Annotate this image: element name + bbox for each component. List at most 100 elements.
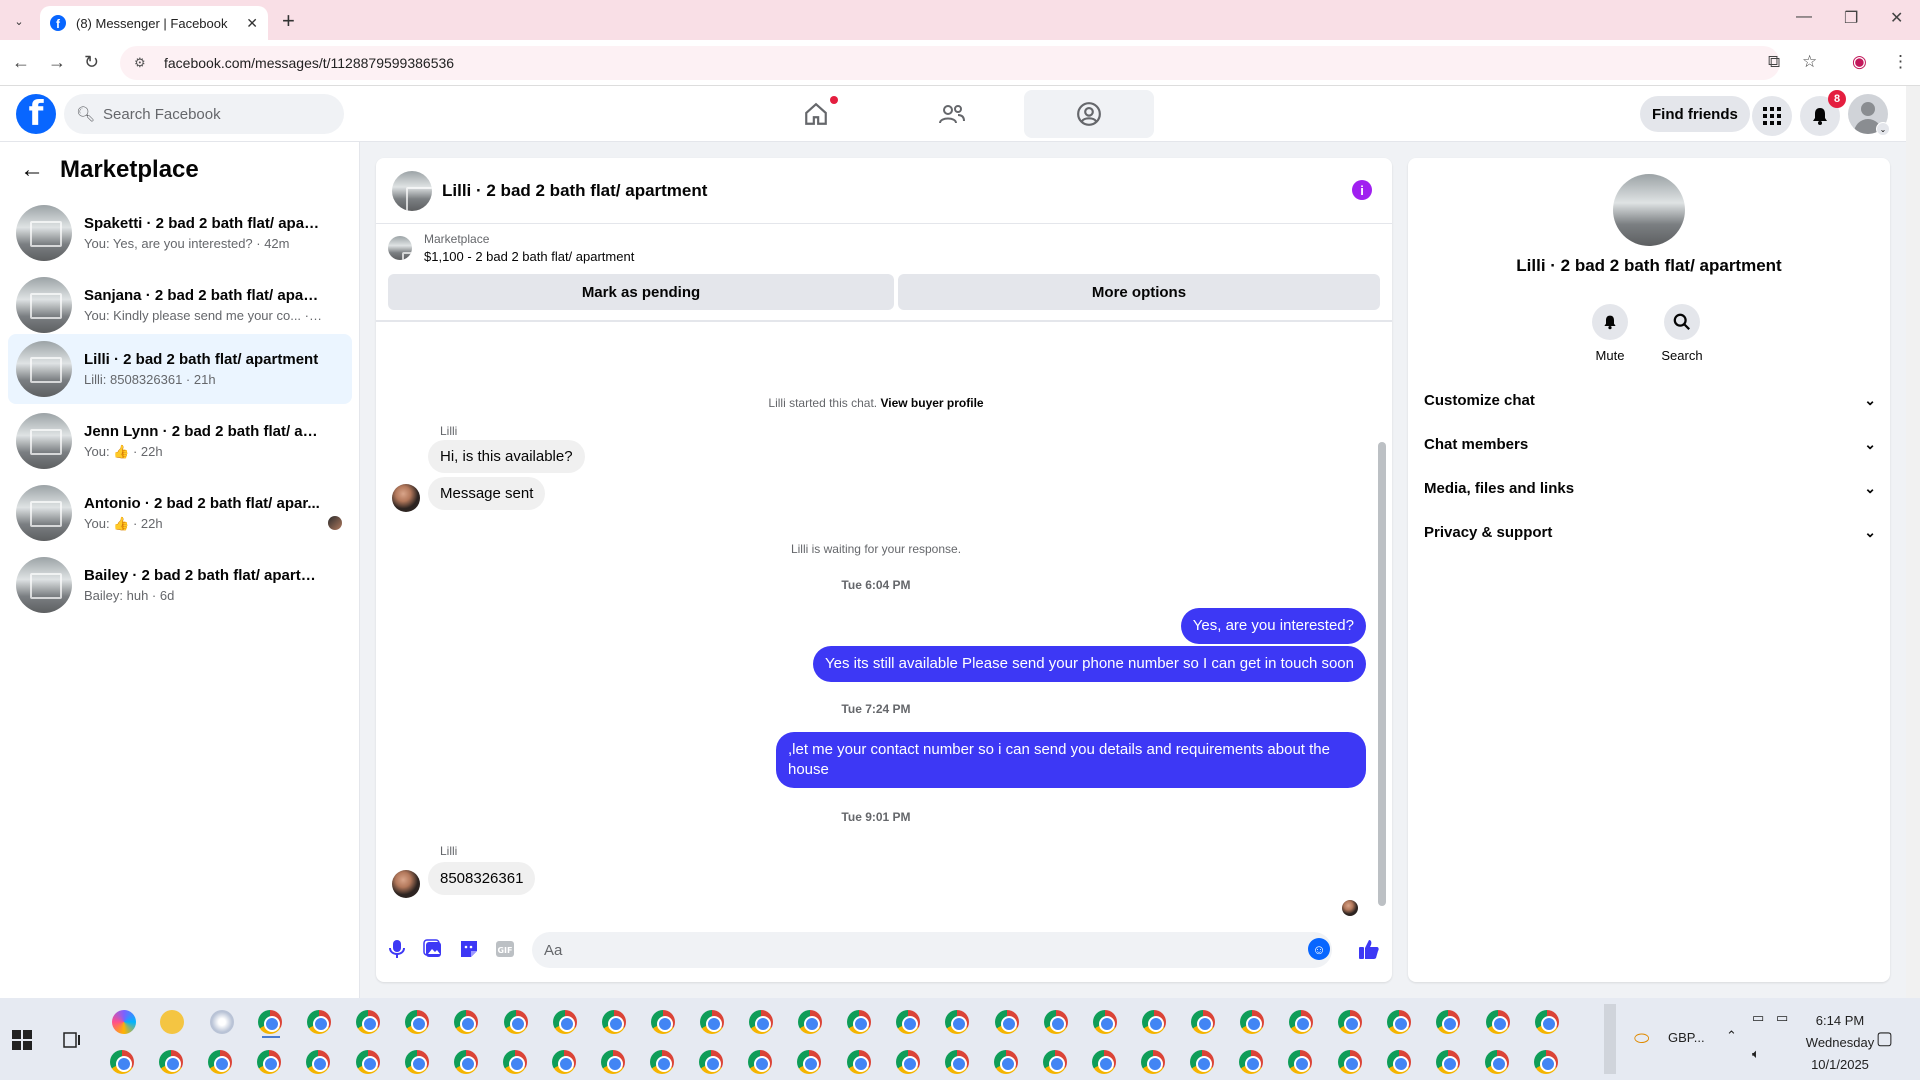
file-explorer-icon[interactable] [160, 1010, 184, 1034]
network-icon[interactable]: ▭ [1776, 1010, 1788, 1026]
currency-widget-icon[interactable]: ⬭ [1634, 1028, 1649, 1049]
chrome-window-icon[interactable] [1042, 1050, 1067, 1074]
conversation-item[interactable]: Antonio · 2 bad 2 bath flat/ apar... You… [8, 478, 352, 548]
media-files-links-row[interactable]: Media, files and links ⌄ [1424, 468, 1876, 508]
chrome-window-icon[interactable] [1190, 1010, 1215, 1034]
chrome-window-icon[interactable] [1092, 1050, 1116, 1074]
paint-icon[interactable] [210, 1010, 234, 1034]
chrome-window-icon[interactable] [1240, 1010, 1264, 1034]
chrome-window-icon[interactable] [1436, 1010, 1461, 1034]
search-action[interactable]: Search [1652, 304, 1712, 363]
chrome-window-icon[interactable] [404, 1050, 429, 1074]
chrome-window-icon[interactable] [601, 1050, 625, 1074]
chrome-window-icon[interactable] [355, 1050, 380, 1074]
chrome-window-icon[interactable] [1289, 1010, 1314, 1034]
chrome-window-icon[interactable] [1141, 1050, 1166, 1074]
incoming-message[interactable]: Message sent [428, 477, 546, 510]
menu-grid-icon[interactable] [1752, 96, 1792, 136]
new-tab-icon[interactable]: + [282, 8, 295, 34]
outgoing-message[interactable]: Yes, are you interested? [1180, 608, 1366, 644]
photo-icon[interactable] [422, 938, 444, 960]
forward-icon[interactable]: → [48, 52, 66, 73]
search-icon[interactable] [1664, 304, 1700, 340]
minimize-icon[interactable]: — [1796, 8, 1812, 26]
chrome-window-icon[interactable] [993, 1050, 1018, 1074]
info-icon[interactable]: i [1352, 180, 1372, 200]
chrome-window-icon[interactable] [1484, 1050, 1509, 1074]
microphone-icon[interactable] [386, 938, 408, 960]
chrome-window-icon[interactable] [798, 1010, 823, 1034]
restore-icon[interactable]: ❐ [1844, 8, 1858, 28]
incoming-message[interactable]: Hi, is this available? [428, 440, 585, 473]
chrome-window-icon[interactable] [699, 1010, 724, 1034]
chrome-window-icon[interactable] [110, 1050, 134, 1074]
chrome-window-icon[interactable] [1485, 1010, 1510, 1034]
tab-search-dropdown-icon[interactable]: ⌄ [8, 10, 30, 32]
profile-icon[interactable]: ◉ [1852, 52, 1867, 72]
chrome-window-icon[interactable] [994, 1010, 1019, 1034]
browser-tab[interactable]: f (8) Messenger | Facebook ✕ [40, 6, 268, 40]
account-caret-icon[interactable]: ⌄ [1876, 122, 1890, 136]
mark-as-pending-button[interactable]: Mark as pending [388, 274, 894, 310]
url-field[interactable]: ⚙ facebook.com/messages/t/11288795993865… [120, 46, 1780, 80]
view-buyer-profile-link[interactable]: View buyer profile [880, 396, 983, 410]
chrome-window-icon[interactable] [699, 1050, 724, 1074]
chrome-window-icon[interactable] [1288, 1050, 1313, 1074]
chrome-window-icon[interactable] [454, 1010, 479, 1034]
chrome-window-icon[interactable] [453, 1050, 478, 1074]
customize-chat-row[interactable]: Customize chat ⌄ [1424, 380, 1876, 420]
chrome-window-icon[interactable] [945, 1010, 970, 1034]
find-friends-button[interactable]: Find friends [1640, 96, 1750, 132]
show-hidden-icons-chevron-icon[interactable]: ⌃ [1726, 1028, 1737, 1044]
chrome-window-icon[interactable] [551, 1050, 576, 1074]
chrome-window-icon[interactable] [1092, 1010, 1117, 1034]
chrome-window-icon[interactable] [502, 1050, 527, 1074]
conversation-item[interactable]: Bailey · 2 bad 2 bath flat/ apartment Ba… [8, 550, 352, 620]
chrome-window-icon[interactable] [749, 1010, 773, 1034]
chrome-window-icon[interactable] [306, 1050, 331, 1074]
sticker-icon[interactable] [458, 938, 480, 960]
sender-avatar[interactable] [392, 870, 420, 898]
chrome-window-icon[interactable] [1043, 1010, 1068, 1034]
chrome-window-icon[interactable] [847, 1010, 872, 1034]
back-arrow-icon[interactable]: ← [20, 156, 44, 184]
message-input[interactable] [532, 932, 1332, 968]
chrome-window-icon[interactable] [1338, 1010, 1363, 1034]
volume-icon[interactable]: 🔈︎ [1752, 1046, 1760, 1062]
copilot-icon[interactable] [112, 1010, 136, 1034]
clock[interactable]: 6:14 PM Wednesday 10/1/2025 [1800, 1010, 1880, 1076]
chat-members-row[interactable]: Chat members ⌄ [1424, 424, 1876, 464]
sender-avatar[interactable] [392, 484, 420, 512]
browser-menu-icon[interactable]: ⋮ [1892, 52, 1909, 72]
chrome-window-icon[interactable] [896, 1010, 921, 1034]
windows-start-icon[interactable] [12, 1030, 32, 1050]
chrome-window-icon[interactable] [650, 1010, 675, 1034]
taskbar-scrollbar[interactable] [1604, 1004, 1616, 1074]
chrome-window-icon[interactable] [1534, 1010, 1559, 1034]
thumbs-up-icon[interactable] [1358, 938, 1380, 960]
chrome-window-icon[interactable] [257, 1050, 282, 1074]
chrome-window-icon[interactable] [1387, 1010, 1412, 1034]
chrome-window-icon[interactable] [356, 1010, 381, 1034]
marketplace-tab[interactable] [1024, 90, 1154, 138]
chrome-window-icon[interactable] [405, 1010, 430, 1034]
conversation-item[interactable]: Spaketti · 2 bad 2 bath flat/ apart... Y… [8, 198, 352, 268]
chrome-window-icon[interactable] [601, 1010, 626, 1034]
chrome-window-icon[interactable] [797, 1050, 822, 1074]
site-info-icon[interactable]: ⚙ [134, 55, 150, 71]
chrome-window-icon[interactable] [307, 1010, 332, 1034]
gif-icon[interactable]: GIF [494, 938, 516, 960]
chrome-window-icon[interactable] [1190, 1050, 1215, 1074]
install-app-icon[interactable]: ⧉ [1768, 52, 1780, 72]
conversation-item[interactable]: Sanjana · 2 bad 2 bath flat/ apart... Yo… [8, 270, 352, 340]
chrome-window-icon[interactable] [1533, 1050, 1558, 1074]
chrome-window-icon[interactable] [944, 1050, 969, 1074]
facebook-logo-icon[interactable]: f [16, 94, 56, 134]
chrome-window-icon[interactable] [159, 1050, 184, 1074]
chrome-window-icon[interactable] [846, 1050, 871, 1074]
friends-tab[interactable] [888, 90, 1016, 138]
chrome-window-icon[interactable] [748, 1050, 773, 1074]
outgoing-message[interactable]: ,let me your contact number so i can sen… [776, 732, 1366, 788]
chrome-window-icon[interactable] [1435, 1050, 1460, 1074]
chrome-window-icon[interactable] [895, 1050, 920, 1074]
